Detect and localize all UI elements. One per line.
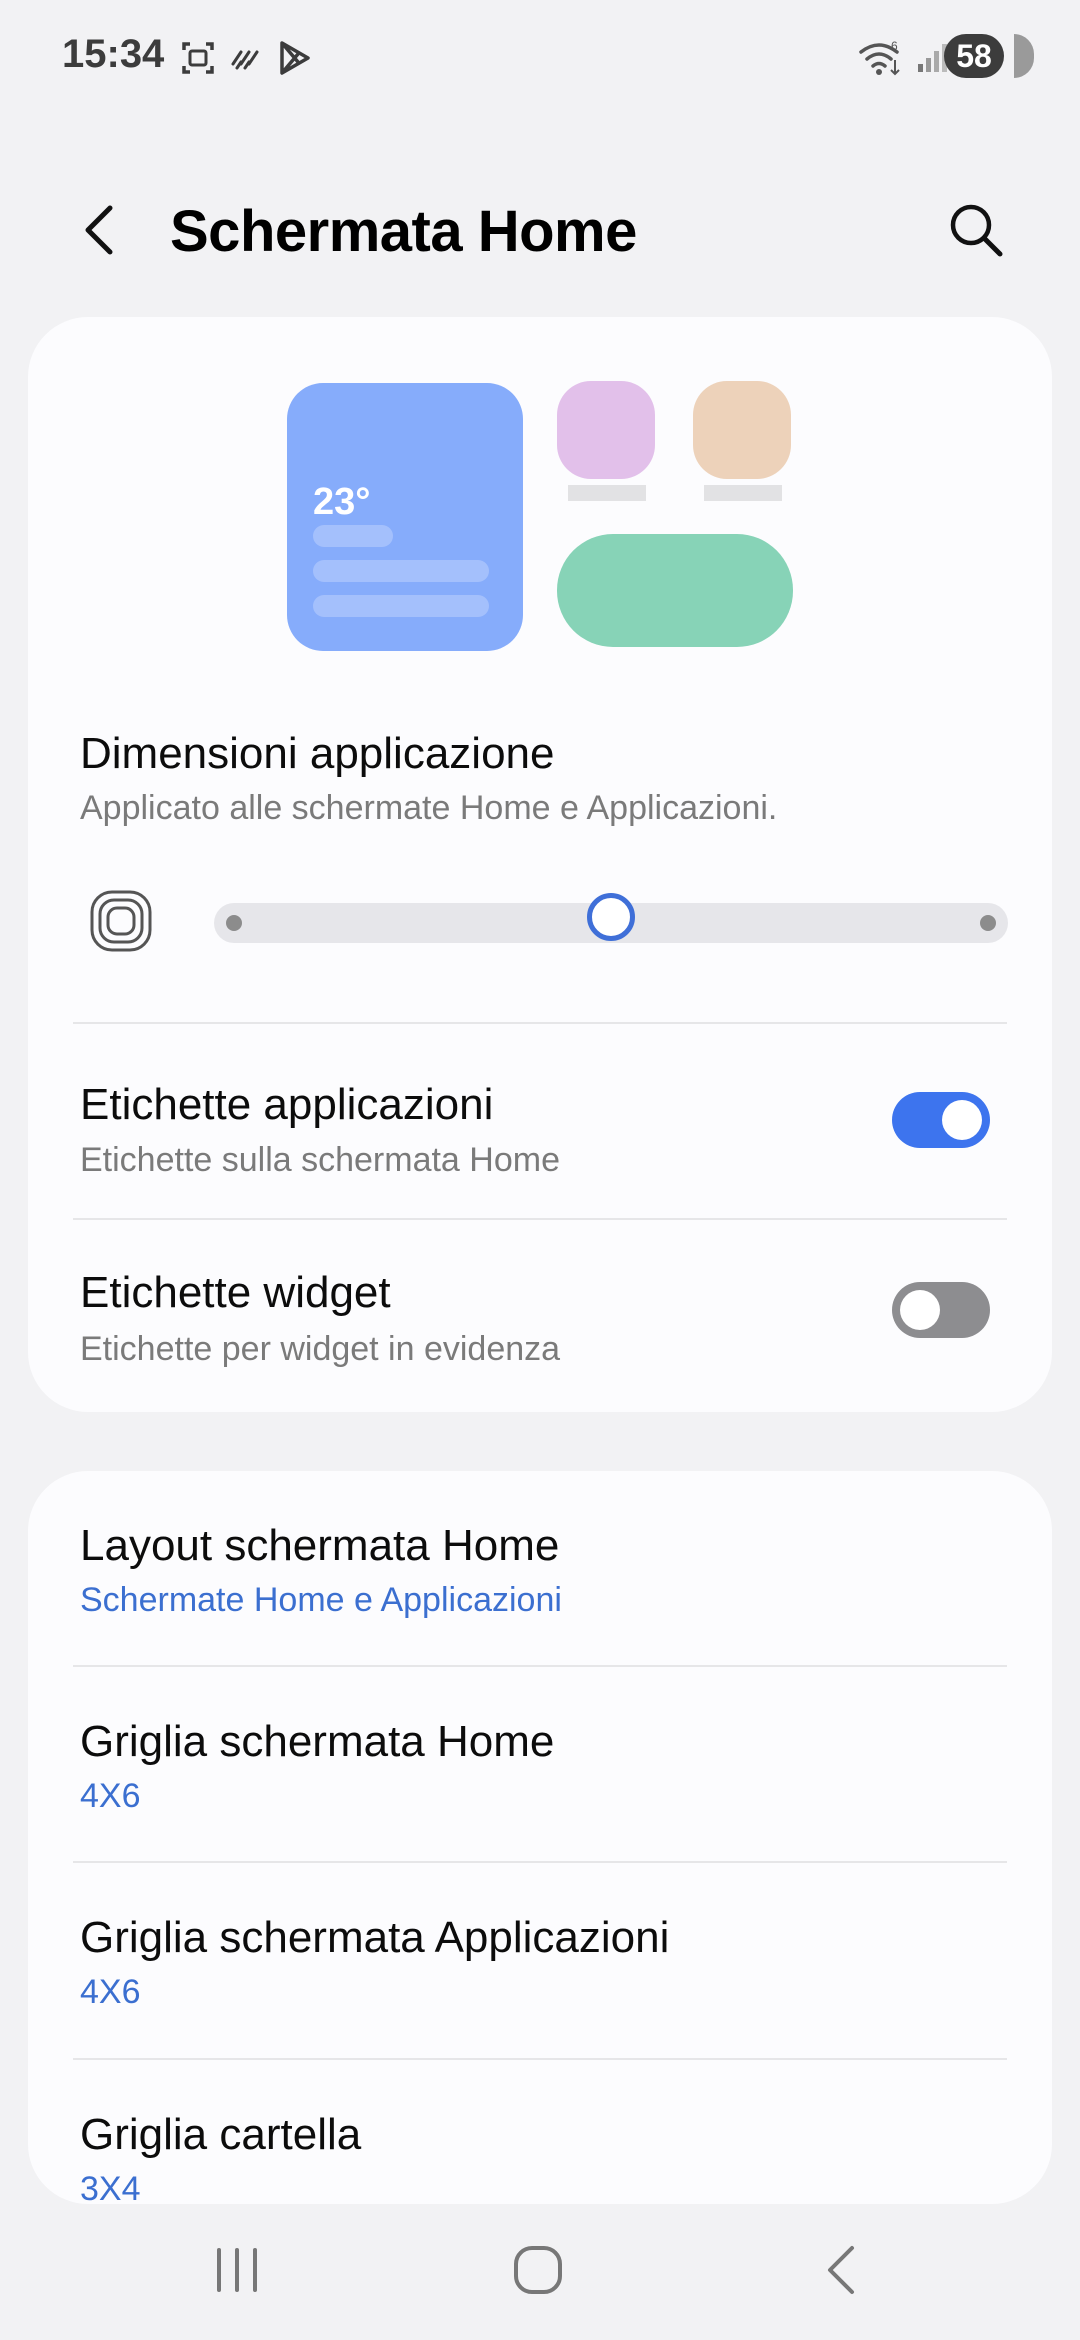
rain-icon bbox=[231, 50, 259, 70]
app-size-icon bbox=[90, 890, 152, 952]
widget-labels-toggle[interactable] bbox=[892, 1282, 990, 1338]
slider-step-dot bbox=[226, 915, 242, 931]
widget-labels-subtitle: Etichette per widget in evidenza bbox=[80, 1330, 561, 1368]
toggle-knob bbox=[942, 1100, 982, 1140]
app-label-preview bbox=[568, 485, 646, 501]
app-label-preview bbox=[704, 485, 782, 501]
app-icon-preview bbox=[557, 381, 655, 479]
widget-line bbox=[313, 595, 489, 617]
apps-grid-setting[interactable]: Griglia schermata Applicazioni 4X6 bbox=[28, 1863, 1052, 2057]
back-arrow-icon[interactable] bbox=[72, 200, 132, 260]
layout-card: Layout schermata Home Schermate Home e A… bbox=[28, 1471, 1052, 2204]
home-icon[interactable] bbox=[506, 2238, 570, 2302]
setting-value: 4X6 bbox=[80, 1777, 141, 1815]
app-labels-toggle[interactable] bbox=[892, 1092, 990, 1148]
search-icon[interactable] bbox=[944, 198, 1008, 262]
wifi-icon: 6 bbox=[859, 39, 900, 76]
app-bar: Schermata Home bbox=[0, 180, 1080, 280]
app-icon-preview bbox=[693, 381, 791, 479]
home-screen-preview: 23° bbox=[28, 317, 1052, 677]
setting-title: Layout schermata Home bbox=[80, 1521, 560, 1570]
status-bar: 15:34 6 58 bbox=[0, 0, 1080, 115]
toggle-knob bbox=[900, 1290, 940, 1330]
battery-indicator: 58 bbox=[944, 34, 1004, 78]
setting-title: Griglia cartella bbox=[80, 2110, 362, 2159]
setting-value: Schermate Home e Applicazioni bbox=[80, 1581, 562, 1619]
battery-empty-part bbox=[1014, 34, 1034, 78]
app-labels-subtitle: Etichette sulla schermata Home bbox=[80, 1141, 560, 1179]
app-size-setting: Dimensioni applicazione Applicato alle s… bbox=[28, 711, 1052, 911]
folder-grid-setting[interactable]: Griglia cartella 3X4 bbox=[28, 2060, 1052, 2204]
app-size-title: Dimensioni applicazione bbox=[80, 729, 555, 778]
svg-text:6: 6 bbox=[891, 39, 898, 53]
screenshot-icon bbox=[182, 42, 214, 74]
widget-labels-setting[interactable]: Etichette widget Etichette per widget in… bbox=[28, 1220, 1052, 1410]
recent-apps-icon[interactable] bbox=[205, 2238, 269, 2302]
widget-labels-title: Etichette widget bbox=[80, 1268, 391, 1317]
slider-thumb[interactable] bbox=[587, 893, 635, 941]
app-labels-title: Etichette applicazioni bbox=[80, 1080, 494, 1129]
widget-preview bbox=[557, 534, 793, 647]
navigation-bar bbox=[0, 2220, 1080, 2320]
setting-value: 3X4 bbox=[80, 2170, 141, 2204]
app-labels-setting[interactable]: Etichette applicazioni Etichette sulla s… bbox=[28, 1024, 1052, 1219]
weather-widget-preview: 23° bbox=[287, 383, 523, 651]
home-grid-setting[interactable]: Griglia schermata Home 4X6 bbox=[28, 1667, 1052, 1861]
setting-value: 4X6 bbox=[80, 1973, 141, 2011]
slider-step-dot bbox=[980, 915, 996, 931]
widget-line bbox=[313, 560, 489, 582]
setting-title: Griglia schermata Applicazioni bbox=[80, 1913, 670, 1962]
play-store-icon bbox=[280, 41, 310, 75]
widget-temperature: 23° bbox=[313, 481, 371, 523]
home-layout-setting[interactable]: Layout schermata Home Schermate Home e A… bbox=[28, 1471, 1052, 1665]
app-size-subtitle: Applicato alle schermate Home e Applicaz… bbox=[80, 789, 778, 827]
widget-line bbox=[313, 525, 393, 547]
back-icon[interactable] bbox=[810, 2238, 874, 2302]
app-size-slider[interactable] bbox=[214, 893, 1008, 943]
app-size-card: 23° Dimensioni applicazione Applicato al… bbox=[28, 317, 1052, 1412]
page-title: Schermata Home bbox=[170, 199, 637, 264]
status-time: 15:34 bbox=[62, 32, 165, 76]
setting-title: Griglia schermata Home bbox=[80, 1717, 555, 1766]
